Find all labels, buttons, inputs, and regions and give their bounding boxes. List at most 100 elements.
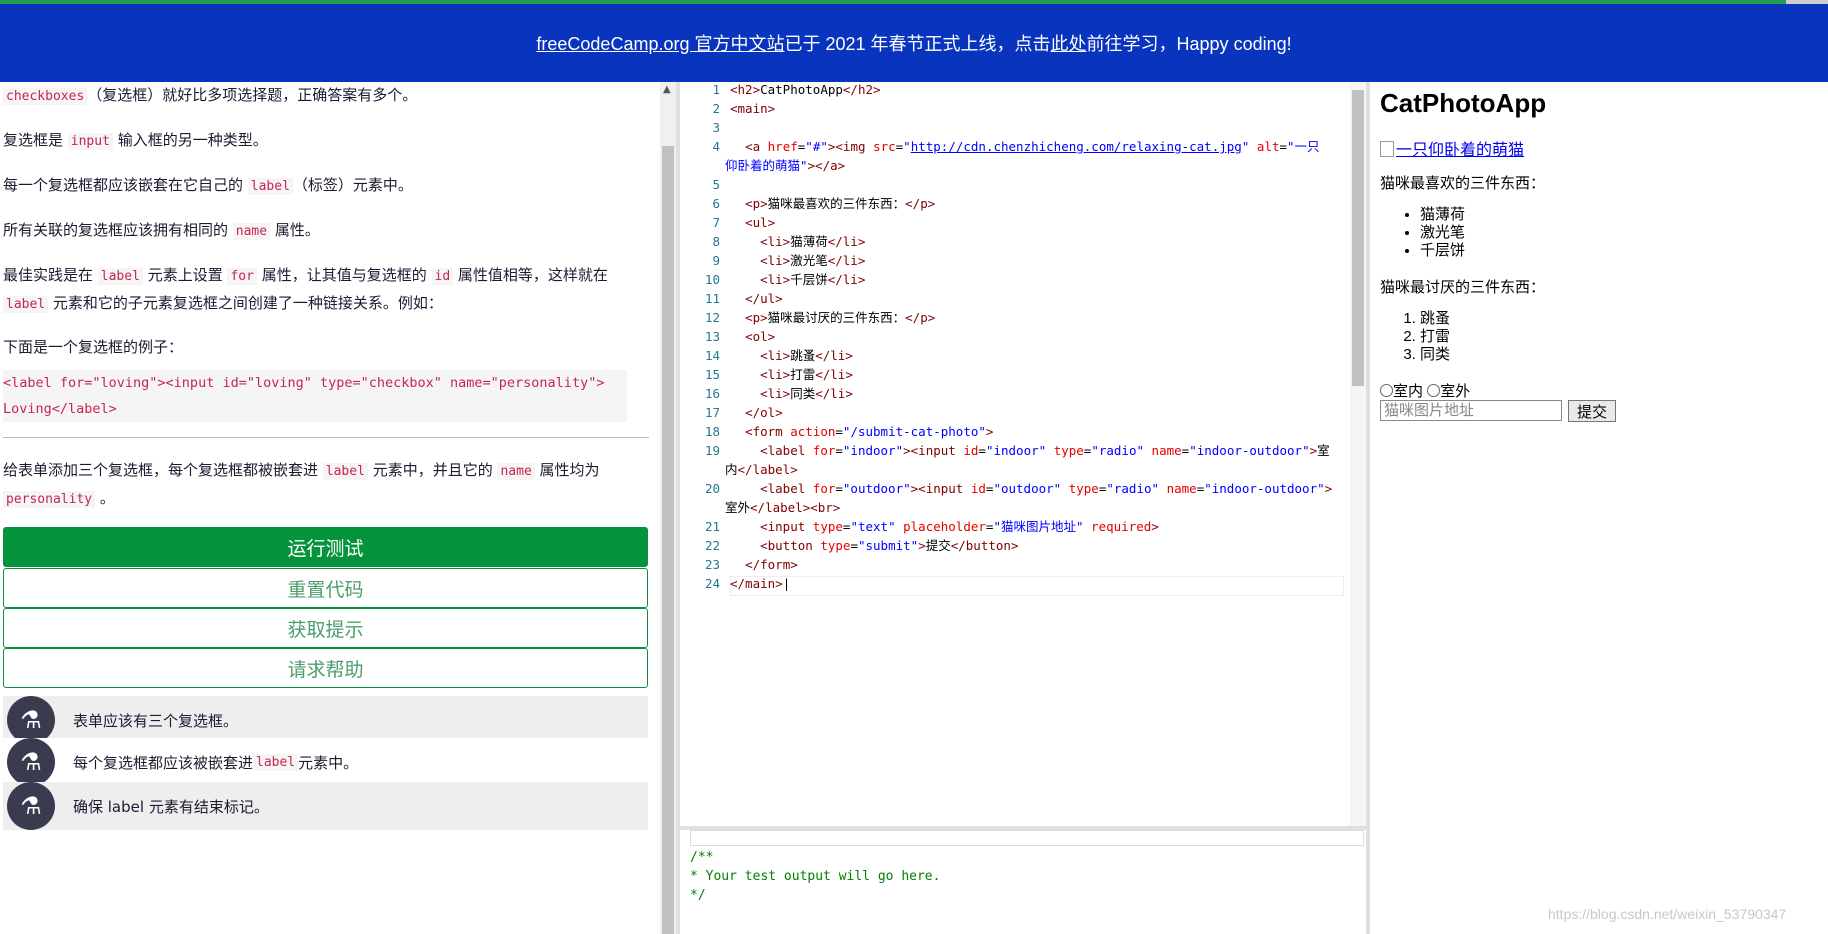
line-number: 9: [712, 253, 720, 268]
code-line: <ol>: [745, 329, 776, 344]
test-text: 元素中。: [298, 753, 359, 772]
code-line: <li>激光笔</li>: [760, 253, 866, 268]
paragraph-text: 属性，让其值与复选框的: [256, 266, 432, 284]
code-line: </main>|: [730, 576, 791, 591]
paragraph-text: 元素上设置: [142, 266, 228, 284]
radio-indoor[interactable]: [1380, 384, 1393, 397]
test-text: 每个复选框都应该被嵌套进: [73, 753, 254, 772]
banner-here-link[interactable]: 此处: [1051, 30, 1087, 56]
example-code-block: <label for="loving"><input id="loving" t…: [3, 370, 627, 422]
inline-code: name: [232, 223, 271, 240]
scrollbar-thumb[interactable]: [662, 146, 674, 934]
code-line: <li>千层饼</li>: [760, 272, 866, 287]
cat-photo-url-input[interactable]: 猫咪图片地址: [1380, 400, 1562, 421]
line-number: 10: [704, 272, 720, 287]
paragraph-text: （复选框）就好比多项选择题，正确答案有多个。: [87, 86, 418, 104]
line-number: 24: [704, 576, 720, 591]
flask-icon: ⚗: [7, 738, 55, 786]
dislikes-heading: 猫咪最讨厌的三件东西：: [1380, 279, 1546, 296]
code-line: <li>跳蚤</li>: [760, 348, 853, 363]
output-line: */: [690, 888, 706, 903]
output-header-bar: [690, 830, 1364, 846]
line-number: 19: [704, 443, 720, 458]
line-number: 11: [704, 291, 720, 306]
flask-icon: ⚗: [7, 782, 55, 830]
paragraph-text: 复选框是: [3, 131, 68, 149]
code-line: <li>猫薄荷</li>: [760, 234, 866, 249]
inline-code: personality: [3, 491, 96, 508]
line-number: 22: [704, 538, 720, 553]
inline-code: label: [3, 296, 49, 313]
instructions-scrollbar[interactable]: ▲: [660, 82, 676, 934]
reset-code-button[interactable]: 重置代码: [3, 568, 648, 608]
code-line: <li>同类</li>: [760, 386, 853, 401]
submit-button[interactable]: 提交: [1568, 400, 1616, 422]
ask-help-button[interactable]: 请求帮助: [3, 648, 648, 688]
paragraph-text: 输入框的另一种类型。: [112, 131, 268, 149]
inline-code: label: [253, 753, 299, 771]
code-line: <button type="submit">提交</button>: [760, 538, 1019, 553]
test-item: ⚗ 表单应该有三个复选框。: [3, 696, 648, 744]
inline-code: label: [322, 463, 368, 480]
list-item: 同类: [1420, 346, 1450, 364]
cat-image-link[interactable]: 一只仰卧着的萌猫: [1380, 136, 1524, 160]
list-item: 猫薄荷: [1420, 206, 1465, 224]
preview-pane: CatPhotoApp 一只仰卧着的萌猫 猫咪最喜欢的三件东西： 猫薄荷 激光笔…: [1380, 82, 1820, 934]
line-number: 6: [712, 196, 720, 211]
get-hint-button[interactable]: 获取提示: [3, 608, 648, 648]
line-number: 8: [712, 234, 720, 249]
paragraph-text: 属性。: [270, 221, 320, 239]
inline-code: name: [497, 463, 535, 480]
list-item: 千层饼: [1420, 242, 1465, 260]
paragraph-text: 。: [95, 489, 115, 507]
pane-divider[interactable]: [1366, 82, 1370, 934]
dislikes-list: 跳蚤 打雷 同类: [1380, 310, 1450, 364]
line-number: 13: [704, 329, 720, 344]
preview-title: CatPhotoApp: [1380, 88, 1547, 118]
radio-outdoor-label[interactable]: 室外: [1440, 383, 1470, 400]
example-code-line: Loving</label>: [3, 401, 117, 417]
likes-heading: 猫咪最喜欢的三件东西：: [1380, 175, 1546, 192]
image-alt-text: 一只仰卧着的萌猫: [1396, 142, 1525, 159]
paragraph-text: 属性值相等，这样就在: [453, 266, 608, 284]
code-line: <a href="#"><img src="http://cdn.chenzhi…: [745, 139, 1320, 154]
likes-list: 猫薄荷 激光笔 千层饼: [1380, 206, 1465, 260]
line-number: 23: [704, 557, 720, 572]
line-number: 2: [712, 101, 720, 116]
code-line: </ul>: [745, 291, 783, 306]
line-number: 17: [704, 405, 720, 420]
radio-outdoor[interactable]: [1427, 384, 1441, 397]
inline-code: label: [247, 178, 293, 195]
watermark: https://blog.csdn.net/weixin_53790347: [1548, 906, 1787, 922]
scroll-up-icon[interactable]: ▲: [663, 84, 671, 95]
line-number: 14: [704, 348, 720, 363]
inline-code: label: [97, 268, 143, 285]
scrollbar-thumb[interactable]: [1352, 90, 1364, 386]
current-line-highlight: [730, 576, 1344, 596]
code-line: <p>猫咪最喜欢的三件东西：</p>: [745, 196, 936, 211]
inline-code: for: [227, 268, 257, 285]
code-line: </form>: [745, 557, 798, 572]
paragraph-text: 元素和它的子元素复选框之间创建了一种链接关系。例如：: [48, 294, 443, 312]
inline-code: checkboxes: [3, 88, 88, 105]
output-line: /**: [690, 850, 714, 865]
lesson-paragraph-6: 下面是一个复选框的例子：: [3, 338, 184, 356]
editor-scrollbar[interactable]: [1350, 82, 1366, 826]
test-item: ⚗ 确保 label 元素有结束标记。: [3, 782, 648, 830]
list-item: 激光笔: [1420, 224, 1465, 242]
code-line: </ol>: [745, 405, 783, 420]
lesson-paragraph-4: 所有关联的复选框应该拥有相同的 name 属性。: [3, 217, 648, 245]
line-number: 12: [704, 310, 720, 325]
paragraph-text: 所有关联的复选框应该拥有相同的: [3, 221, 233, 239]
banner-site-link[interactable]: freeCodeCamp.org 官方中文站: [536, 30, 784, 56]
paragraph-text: 元素中，并且它的: [367, 461, 498, 479]
code-line-wrap: 室外</label><br>: [725, 500, 841, 515]
flask-icon: ⚗: [7, 696, 55, 744]
code-line-wrap: 内</label>: [725, 462, 798, 477]
code-editor[interactable]: 1 <h2>CatPhotoApp</h2> 2 <main> 3 4 <a h…: [680, 82, 1350, 826]
paragraph-text: 每一个复选框都应该嵌套在它自己的: [3, 176, 248, 194]
run-tests-button[interactable]: 运行测试: [3, 527, 648, 567]
line-number: 15: [704, 367, 720, 382]
radio-indoor-label[interactable]: 室内: [1393, 383, 1423, 400]
code-line: <label for="indoor"><input id="indoor" t…: [760, 443, 1330, 458]
